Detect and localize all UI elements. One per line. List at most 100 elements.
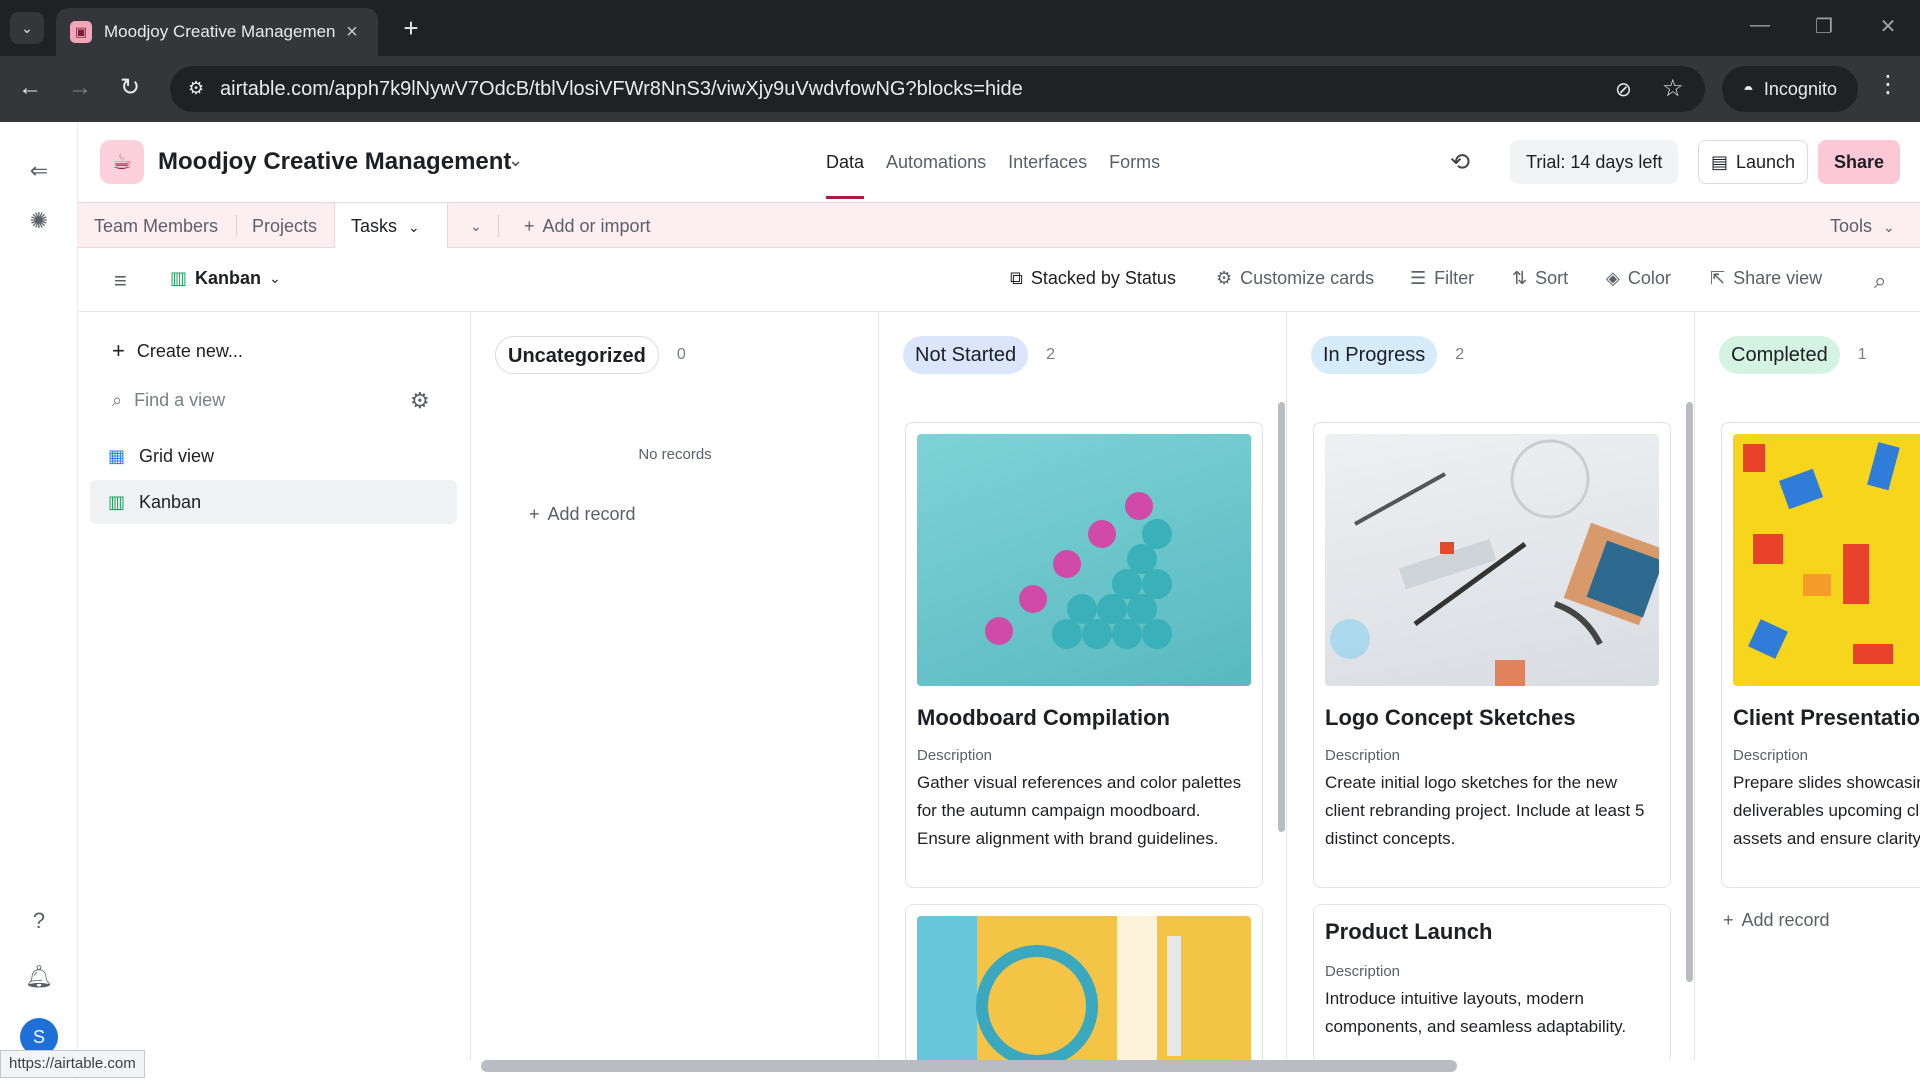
tools-label: Tools <box>1830 216 1873 236</box>
create-new-button[interactable]: + Create new... <box>112 338 243 364</box>
card-title: Logo Concept Sketches <box>1325 705 1576 730</box>
bell-icon[interactable]: 🔔︎ <box>24 962 54 992</box>
launch-button[interactable]: ▤ Launch <box>1698 140 1808 184</box>
trial-badge[interactable]: Trial: 14 days left <box>1510 140 1679 184</box>
record-card[interactable]: Product Launch Description Introduce int… <box>1313 904 1671 1060</box>
card-image <box>1733 434 1920 686</box>
view-switcher[interactable]: ▥ Kanban ⌄ <box>170 268 281 289</box>
chevron-down-icon: ⌄ <box>1883 219 1895 235</box>
column-scrollbar[interactable] <box>1686 402 1693 982</box>
nav-tab-automations[interactable]: Automations <box>886 152 986 173</box>
find-view-input[interactable]: ⌕ Find a view <box>112 390 225 411</box>
left-rail: ⇐ ✺ ? 🔔︎ S <box>0 122 78 1080</box>
nav-tab-data[interactable]: Data <box>826 152 865 199</box>
spheres-image <box>985 492 1172 649</box>
record-card[interactable] <box>905 904 1263 1060</box>
board-horizontal-scrollbar[interactable] <box>481 1060 1457 1072</box>
tab-search-button[interactable]: ⌄ <box>10 12 44 44</box>
back-icon[interactable]: ← <box>12 70 48 106</box>
column-count: 1 <box>1857 346 1867 363</box>
hamburger-icon[interactable]: ≡ <box>114 268 127 294</box>
add-record-label: Add record <box>547 504 636 524</box>
chevron-down-icon[interactable]: ⌄ <box>508 150 523 171</box>
close-window-icon[interactable]: ✕ <box>1868 14 1908 39</box>
column-count: 0 <box>676 346 686 363</box>
launch-icon: ▤ <box>1710 151 1728 172</box>
kanban-icon: ▥ <box>108 491 126 512</box>
reload-icon[interactable]: ↻ <box>112 70 148 106</box>
record-card[interactable]: Client Presentation Description Prepare … <box>1721 422 1920 888</box>
card-field-label: Description <box>917 747 993 764</box>
stacked-label: Stacked by Status <box>1030 268 1176 288</box>
add-record-label: Add record <box>1741 910 1830 930</box>
minimize-icon[interactable]: — <box>1740 14 1780 37</box>
table-tab-tasks-label: Tasks <box>351 216 398 236</box>
card-field-label: Description <box>1733 747 1809 764</box>
kanban-column-uncategorized: Uncategorized 0 No records + Add record <box>471 312 879 1060</box>
table-tab-projects[interactable]: Projects <box>236 203 333 249</box>
filter-button[interactable]: ☰ Filter <box>1410 268 1474 289</box>
url-text[interactable]: airtable.com/apph7k9lNywV7OdcB/tblVlosiV… <box>220 78 1023 101</box>
sidebar-item-grid-view[interactable]: ▦ Grid view <box>90 434 457 478</box>
forward-icon[interactable]: → <box>62 70 98 106</box>
add-record-button[interactable]: + Add record <box>529 504 636 525</box>
search-icon[interactable]: ⌕ <box>1874 268 1886 294</box>
sort-icon: ⇅ <box>1512 268 1528 288</box>
eye-off-icon[interactable]: ⊘ <box>1615 77 1632 102</box>
incognito-badge[interactable]: ◓ Incognito <box>1722 66 1858 112</box>
card-field-label: Description <box>1325 963 1401 980</box>
chevron-down-icon: ⌄ <box>21 19 33 36</box>
card-image <box>917 916 1251 1060</box>
chevron-down-icon: ⌄ <box>408 219 420 235</box>
record-card[interactable]: Logo Concept Sketches Description Create… <box>1313 422 1671 888</box>
status-pill: In Progress <box>1311 336 1438 374</box>
history-icon[interactable]: ⟲ <box>1450 148 1470 177</box>
browser-menu-icon[interactable]: ⋮ <box>1876 70 1900 99</box>
nav-tab-forms[interactable]: Forms <box>1109 152 1160 173</box>
close-icon[interactable]: × <box>340 21 364 44</box>
column-count: 2 <box>1455 346 1465 363</box>
address-bar[interactable]: ⚙ airtable.com/apph7k9lNywV7OdcB/tblVlos… <box>170 66 1705 112</box>
tab-title: Moodjoy Creative Managemen <box>104 22 336 41</box>
site-info-icon[interactable]: ⚙ <box>188 78 204 99</box>
add-record-button[interactable]: + Add record <box>1723 910 1830 931</box>
blocks-image <box>1743 442 1900 664</box>
help-icon[interactable]: ? <box>24 906 54 936</box>
add-or-import-button[interactable]: + Add or import <box>508 203 667 249</box>
share-view-button[interactable]: ⇱ Share view <box>1710 268 1822 289</box>
color-button[interactable]: ◈ Color <box>1606 268 1671 289</box>
browser-tab[interactable]: ▣ Moodjoy Creative Managemen × <box>56 8 378 56</box>
table-tab-tasks[interactable]: Tasks ⌄ <box>334 203 448 249</box>
table-tab-team-members[interactable]: Team Members <box>78 203 234 249</box>
share-view-label: Share view <box>1733 268 1823 288</box>
gear-icon[interactable]: ⚙ <box>410 388 430 414</box>
status-pill: Uncategorized <box>495 336 659 374</box>
stacked-by-button[interactable]: ⧉ Stacked by Status <box>1010 268 1176 289</box>
kanban-column-completed: Completed 1 Client Presentation Descript… <box>1695 312 1920 1060</box>
back-arrow-icon[interactable]: ⇐ <box>24 156 54 186</box>
app-header: ☕ Moodjoy Creative Management ⌄ Data Aut… <box>78 122 1920 202</box>
column-scrollbar[interactable] <box>1278 402 1285 832</box>
customize-cards-button[interactable]: ⚙ Customize cards <box>1216 268 1374 289</box>
share-button[interactable]: Share <box>1818 140 1900 184</box>
more-tables-chevron-icon[interactable]: ⌄ <box>454 203 498 249</box>
base-icon[interactable]: ☕ <box>100 140 144 184</box>
column-header: Completed 1 <box>1719 336 1867 374</box>
card-image <box>917 434 1251 686</box>
sidebar-item-kanban[interactable]: ▥ Kanban <box>90 480 457 524</box>
star-icon[interactable]: ☆ <box>1662 74 1684 103</box>
record-card[interactable]: Moodboard Compilation Description Gather… <box>905 422 1263 888</box>
card-description: Introduce intuitive layouts, modern comp… <box>1325 989 1627 1036</box>
sort-button[interactable]: ⇅ Sort <box>1512 268 1568 289</box>
column-header: In Progress 2 <box>1311 336 1464 374</box>
nav-tab-interfaces[interactable]: Interfaces <box>1008 152 1087 173</box>
restore-icon[interactable]: ❐ <box>1804 14 1844 39</box>
tools-menu[interactable]: Tools ⌄ <box>1814 203 1911 249</box>
table-bar: Team Members Projects Tasks ⌄ ⌄ + Add or … <box>78 202 1920 249</box>
incognito-label: Incognito <box>1763 78 1837 99</box>
base-name[interactable]: Moodjoy Creative Management <box>158 148 511 176</box>
browser-toolbar: ← → ↻ ⚙ airtable.com/apph7k9lNywV7OdcB/t… <box>0 56 1920 122</box>
sidebar-item-label: Kanban <box>139 491 202 512</box>
new-tab-button[interactable]: + <box>396 14 426 44</box>
card-title: Client Presentation <box>1733 705 1920 730</box>
